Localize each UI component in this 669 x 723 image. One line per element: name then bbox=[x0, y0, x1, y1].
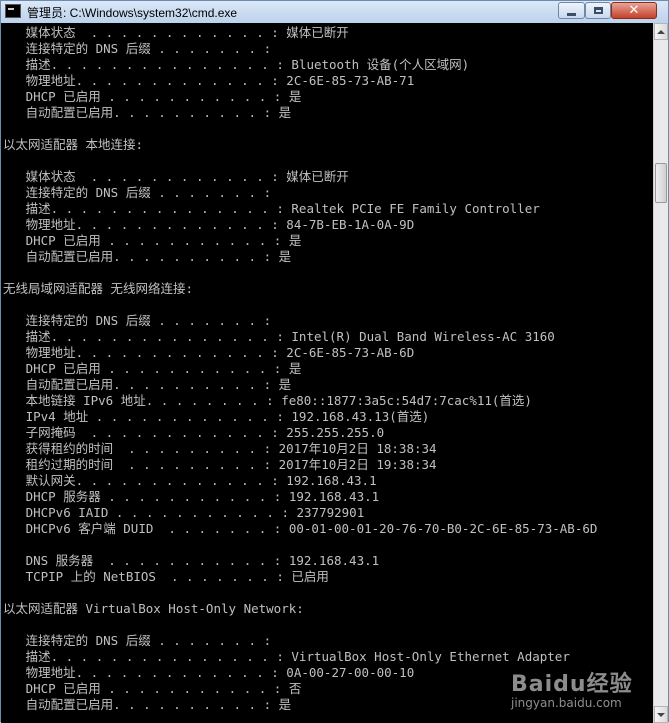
console-line: 获得租约的时间 . . . . . . . . . : 2017年10月2日 1… bbox=[3, 441, 437, 456]
console-line: TCPIP 上的 NetBIOS . . . . . . . : 已启用 bbox=[3, 569, 329, 584]
watermark-logo: Baidu经验 bbox=[511, 672, 633, 697]
console-line: DNS 服务器 . . . . . . . . . . . : 192.168.… bbox=[3, 553, 380, 568]
console-line: 描述. . . . . . . . . . . . . . . : Blueto… bbox=[3, 57, 470, 72]
console-line: 连接特定的 DNS 后缀 . . . . . . . : bbox=[3, 41, 279, 56]
console-line: 物理地址. . . . . . . . . . . . . : 2C-6E-85… bbox=[3, 345, 415, 360]
console-line: 自动配置已启用. . . . . . . . . . : 是 bbox=[3, 249, 292, 264]
console-line: 以太网适配器 本地连接: bbox=[3, 137, 144, 152]
maximize-button[interactable] bbox=[585, 2, 611, 19]
maximize-icon bbox=[593, 7, 603, 14]
console-line: 自动配置已启用. . . . . . . . . . : 是 bbox=[3, 697, 292, 712]
console-line: 物理地址. . . . . . . . . . . . . : 2C-6E-85… bbox=[3, 73, 415, 88]
console-line: 连接特定的 DNS 后缀 . . . . . . . : bbox=[3, 185, 279, 200]
console-line: DHCP 已启用 . . . . . . . . . . . : 是 bbox=[3, 233, 302, 248]
arrow-down-icon bbox=[657, 712, 665, 717]
console-line: DHCPv6 IAID . . . . . . . . . . . : 2377… bbox=[3, 505, 365, 520]
console-line: 无线局域网适配器 无线网络连接: bbox=[3, 281, 194, 296]
console-line: DHCP 已启用 . . . . . . . . . . . : 否 bbox=[3, 681, 302, 696]
console-line: 连接特定的 DNS 后缀 . . . . . . . : bbox=[3, 313, 279, 328]
console-line: 物理地址. . . . . . . . . . . . . : 84-7B-EB… bbox=[3, 217, 415, 232]
console-line: 媒体状态 . . . . . . . . . . . . : 媒体已断开 bbox=[3, 25, 349, 40]
console-line: IPv4 地址 . . . . . . . . . . . . : 192.16… bbox=[3, 409, 430, 424]
window-title: 管理员: C:\Windows\system32\cmd.exe bbox=[27, 6, 238, 20]
console-output[interactable]: 媒体状态 . . . . . . . . . . . . : 媒体已断开 连接特… bbox=[1, 23, 653, 723]
scroll-up-button[interactable] bbox=[654, 23, 668, 40]
console-line: DHCP 已启用 . . . . . . . . . . . : 是 bbox=[3, 89, 302, 104]
cmd-window: 管理员: C:\Windows\system32\cmd.exe ✕ 媒体状态 … bbox=[0, 0, 669, 723]
console-line: 描述. . . . . . . . . . . . . . . : Intel(… bbox=[3, 329, 555, 344]
minimize-icon bbox=[567, 12, 576, 16]
console-line: 自动配置已启用. . . . . . . . . . : 是 bbox=[3, 377, 292, 392]
close-icon: ✕ bbox=[628, 3, 640, 18]
scrollbar-thumb[interactable] bbox=[655, 163, 667, 203]
scroll-down-button[interactable] bbox=[654, 706, 668, 723]
vertical-scrollbar[interactable] bbox=[653, 23, 668, 723]
console-line: 以太网适配器 VirtualBox Host-Only Network: bbox=[3, 601, 304, 616]
console-line: 描述. . . . . . . . . . . . . . . : Realte… bbox=[3, 201, 540, 216]
baidu-watermark: Baidu经验 jingyan.baidu.com bbox=[511, 666, 633, 710]
console-line: 描述. . . . . . . . . . . . . . . : Virtua… bbox=[3, 649, 570, 664]
console-line: 子网掩码 . . . . . . . . . . . . : 255.255.2… bbox=[3, 425, 385, 440]
close-button[interactable]: ✕ bbox=[611, 2, 657, 19]
cmd-app-icon bbox=[5, 4, 21, 18]
console-line: 租约过期的时间 . . . . . . . . . : 2017年10月2日 1… bbox=[3, 457, 437, 472]
console-line: 本地链接 IPv6 地址. . . . . . . . : fe80::1877… bbox=[3, 393, 532, 408]
title-bar[interactable]: 管理员: C:\Windows\system32\cmd.exe ✕ bbox=[1, 1, 668, 23]
watermark-url: jingyan.baidu.com bbox=[511, 696, 622, 710]
console-line: DHCP 已启用 . . . . . . . . . . . : 是 bbox=[3, 361, 302, 376]
console-line: 连接特定的 DNS 后缀 . . . . . . . : bbox=[3, 633, 279, 648]
console-line: 默认网关. . . . . . . . . . . . . : 192.168.… bbox=[3, 473, 377, 488]
console-line: DHCP 服务器 . . . . . . . . . . . : 192.168… bbox=[3, 489, 380, 504]
console-line: 自动配置已启用. . . . . . . . . . : 是 bbox=[3, 105, 292, 120]
minimize-button[interactable] bbox=[558, 2, 585, 19]
console-line: DHCPv6 客户端 DUID . . . . . . . : 00-01-00… bbox=[3, 521, 598, 536]
arrow-up-icon bbox=[657, 29, 665, 34]
console-line: 媒体状态 . . . . . . . . . . . . : 媒体已断开 bbox=[3, 169, 349, 184]
console-line: 物理地址. . . . . . . . . . . . . : 0A-00-27… bbox=[3, 665, 415, 680]
